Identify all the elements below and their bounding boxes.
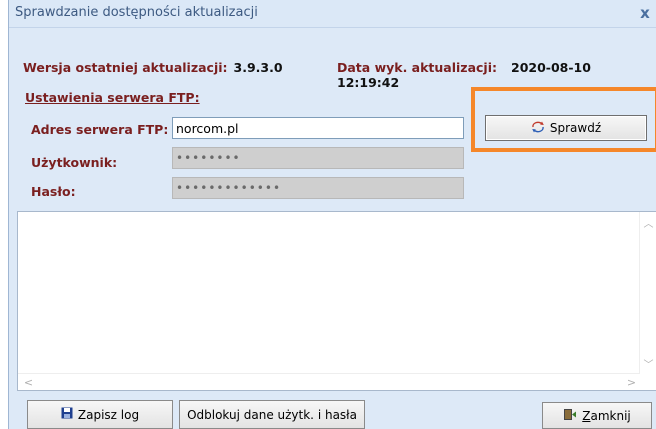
scroll-left-arrow-icon[interactable]: < <box>20 374 37 391</box>
bottom-toolbar: Zapisz log Odblokuj dane użytk. i hasła … <box>9 392 656 429</box>
date-label: Data wyk. aktualizacji: <box>337 60 497 75</box>
scroll-up-arrow-icon[interactable]: ︿ <box>640 216 656 233</box>
last-update-date: Data wyk. aktualizacji: 2020-08-10 12:19:… <box>337 60 656 90</box>
scroll-right-arrow-icon[interactable]: > <box>623 374 640 391</box>
close-window-button[interactable]: x <box>633 2 656 24</box>
close-button-label: Zamknij <box>582 408 631 423</box>
version-label: Wersja ostatniej aktualizacji: <box>23 60 228 75</box>
horizontal-scrollbar[interactable]: < > <box>18 373 640 390</box>
scroll-down-arrow-icon[interactable]: ﹀ <box>640 357 656 374</box>
version-value: 3.9.3.0 <box>233 60 283 75</box>
check-button[interactable]: Sprawdź <box>485 115 647 141</box>
username-label: Użytkownik: <box>31 155 118 170</box>
close-button[interactable]: Zamknij <box>542 402 652 429</box>
refresh-icon <box>531 121 545 136</box>
password-field: ••••••••••••• <box>172 177 464 199</box>
server-address-input[interactable] <box>172 117 464 139</box>
window-title: Sprawdzanie dostępności aktualizacji <box>15 5 258 20</box>
save-log-button[interactable]: Zapisz log <box>27 400 173 429</box>
floppy-disk-icon <box>61 407 73 422</box>
password-label: Hasło: <box>31 184 76 199</box>
username-field: •••••••• <box>172 147 464 169</box>
vertical-scrollbar[interactable]: ︿ ﹀ <box>639 212 656 374</box>
log-output-area[interactable]: ︿ ﹀ < > <box>17 211 656 391</box>
check-button-label: Sprawdź <box>549 121 602 135</box>
save-log-label: Zapisz log <box>77 407 140 422</box>
last-update-version: Wersja ostatniej aktualizacji: 3.9.3.0 <box>23 60 283 75</box>
ftp-settings-header: Ustawienia serwera FTP: <box>25 90 200 105</box>
title-bar: Sprawdzanie dostępności aktualizacji x <box>9 0 656 28</box>
door-exit-icon <box>563 408 577 424</box>
unlock-credentials-button[interactable]: Odblokuj dane użytk. i hasła <box>179 400 365 429</box>
server-address-label: Adres serwera FTP: <box>31 122 169 137</box>
update-check-window: Sprawdzanie dostępności aktualizacji x W… <box>8 0 656 429</box>
